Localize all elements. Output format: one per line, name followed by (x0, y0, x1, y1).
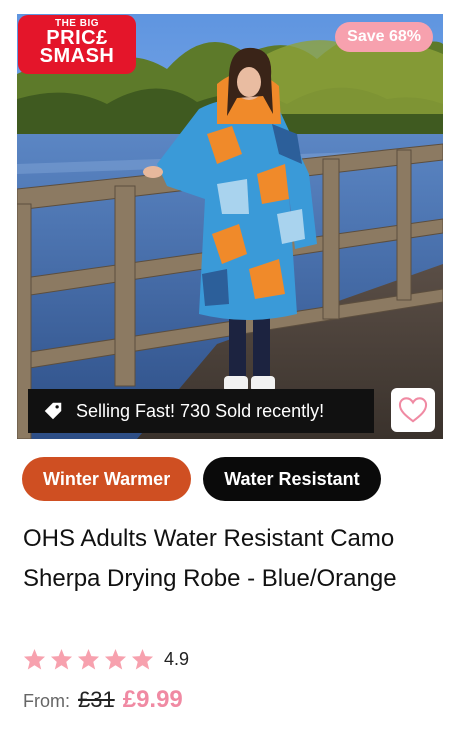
star-icon (77, 648, 100, 670)
product-title[interactable]: OHS Adults Water Resistant Camo Sherpa D… (23, 519, 443, 599)
price-was: £31 (78, 687, 115, 712)
price: From: £31 £9.99 (23, 686, 183, 714)
product-tags: Winter Warmer Water Resistant (22, 457, 381, 501)
tag-winter-warmer[interactable]: Winter Warmer (22, 457, 192, 501)
product-photo (17, 14, 443, 439)
rating: 4.9 (23, 648, 189, 670)
price-now: £9.99 (122, 686, 183, 713)
save-badge: Save 68% (335, 22, 433, 52)
tag-icon (44, 402, 62, 420)
promo-badge-line3: SMASH (39, 45, 115, 67)
price-smash-badge: THE BIG PRIC£ SMASH (18, 15, 136, 74)
product-image[interactable]: THE BIG PRIC£ SMASH Save 68% Selling Fas… (17, 14, 443, 439)
star-icon (131, 648, 154, 670)
heart-outline-icon (398, 397, 428, 423)
star-icon (50, 648, 73, 670)
price-from-label: From: (23, 691, 70, 711)
selling-fast-banner: Selling Fast! 730 Sold recently! (28, 389, 374, 433)
star-icon (104, 648, 127, 670)
product-card[interactable]: THE BIG PRIC£ SMASH Save 68% Selling Fas… (0, 0, 462, 730)
tag-water-resistant[interactable]: Water Resistant (203, 457, 381, 501)
wishlist-button[interactable] (391, 388, 435, 432)
selling-fast-text: Selling Fast! 730 Sold recently! (76, 400, 325, 421)
rating-value: 4.9 (164, 648, 190, 669)
star-icon (23, 648, 46, 670)
